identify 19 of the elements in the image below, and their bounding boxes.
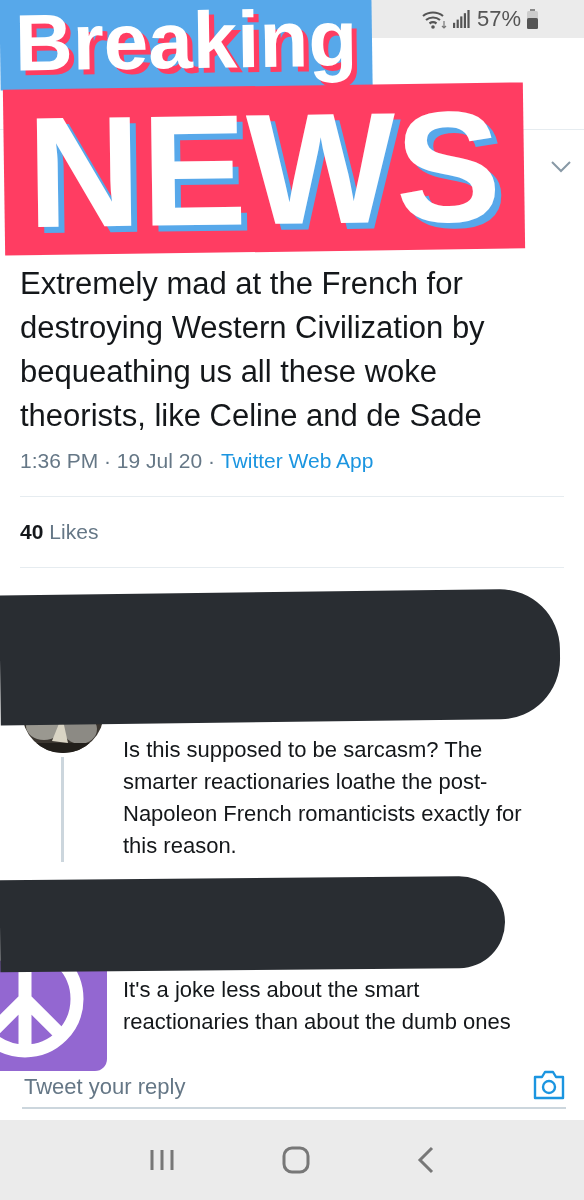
signal-icon: [452, 10, 471, 28]
battery-icon: [527, 9, 538, 29]
back-icon[interactable]: [417, 1146, 436, 1174]
reply-text: Is this supposed to be sarcasm? The smarter reactionaries loathe the post-Napoleon French romanticists exactly for this reason.: [123, 736, 523, 860]
source-link[interactable]: Twitter Web App: [220, 449, 374, 473]
reply-field[interactable]: Tweet your reply: [22, 1073, 532, 1101]
recent-apps-icon[interactable]: [148, 1148, 175, 1172]
breaking-sticker: Breaking: [0, 0, 373, 91]
camera-icon[interactable]: [532, 1069, 566, 1101]
likes-count: 40: [20, 520, 44, 544]
wifi-icon: [420, 9, 447, 29]
chevron-down-icon[interactable]: [550, 160, 572, 174]
news-sticker: NEWS: [2, 82, 526, 256]
tweet-text: Extremely mad at the French for destroying Western Civilization by bequeathing us all these woke theorists, like Celine and de Sade: [19, 265, 486, 435]
reply-text: It's a joke less about the smart reactionaries than about the dumb ones: [123, 976, 512, 1036]
home-icon[interactable]: [282, 1146, 310, 1174]
tweet-timestamp: 1:36 PM · 19 Jul 20 ·: [20, 449, 215, 473]
likes-label: Likes: [49, 520, 99, 544]
battery-percent: 57%: [476, 6, 521, 32]
